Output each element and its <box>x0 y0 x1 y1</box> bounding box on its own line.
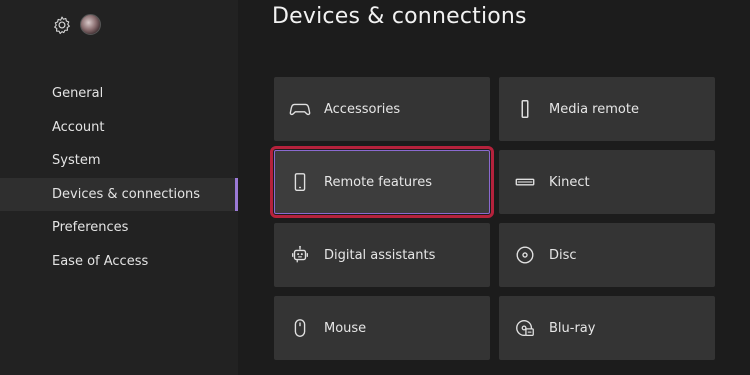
tile-disc[interactable]: Disc <box>499 223 715 287</box>
tile-label: Media remote <box>549 101 639 117</box>
tile-label: Accessories <box>324 101 401 117</box>
sidebar: General Account System Devices & connect… <box>0 0 238 375</box>
tile-label: Digital assistants <box>324 247 436 263</box>
tile-blu-ray[interactable]: Blu-ray <box>499 296 715 360</box>
tile-label: Blu-ray <box>549 320 596 336</box>
phone-icon <box>288 170 312 194</box>
sidebar-item-preferences[interactable]: Preferences <box>0 211 238 245</box>
remote-icon <box>513 97 537 121</box>
tile-accessories[interactable]: Accessories <box>274 77 490 141</box>
mouse-icon <box>288 316 312 340</box>
disc-icon <box>513 243 537 267</box>
sidebar-header <box>52 14 101 35</box>
avatar[interactable] <box>80 14 101 35</box>
tile-kinect[interactable]: Kinect <box>499 150 715 214</box>
gear-icon[interactable] <box>52 15 72 35</box>
sidebar-item-general[interactable]: General <box>0 77 238 111</box>
controller-icon <box>288 97 312 121</box>
tile-mouse[interactable]: Mouse <box>274 296 490 360</box>
settings-nav: General Account System Devices & connect… <box>0 77 238 279</box>
settings-tile-grid: Accessories Media remote Remote features… <box>270 77 715 360</box>
sidebar-item-system[interactable]: System <box>0 144 238 178</box>
tile-digital-assistants[interactable]: Digital assistants <box>274 223 490 287</box>
tile-media-remote[interactable]: Media remote <box>499 77 715 141</box>
tile-remote-features[interactable]: Remote features <box>270 146 494 218</box>
sidebar-item-devices-connections[interactable]: Devices & connections <box>0 177 238 212</box>
assistant-icon <box>288 243 312 267</box>
kinect-icon <box>513 170 537 194</box>
sidebar-item-account[interactable]: Account <box>0 111 238 145</box>
tile-label: Disc <box>549 247 577 263</box>
tile-label: Remote features <box>324 174 432 190</box>
bluray-icon <box>513 316 537 340</box>
tile-label: Mouse <box>324 320 367 336</box>
sidebar-item-ease-of-access[interactable]: Ease of Access <box>0 245 238 279</box>
tile-label: Kinect <box>549 174 590 190</box>
page-title: Devices & connections <box>272 4 527 29</box>
